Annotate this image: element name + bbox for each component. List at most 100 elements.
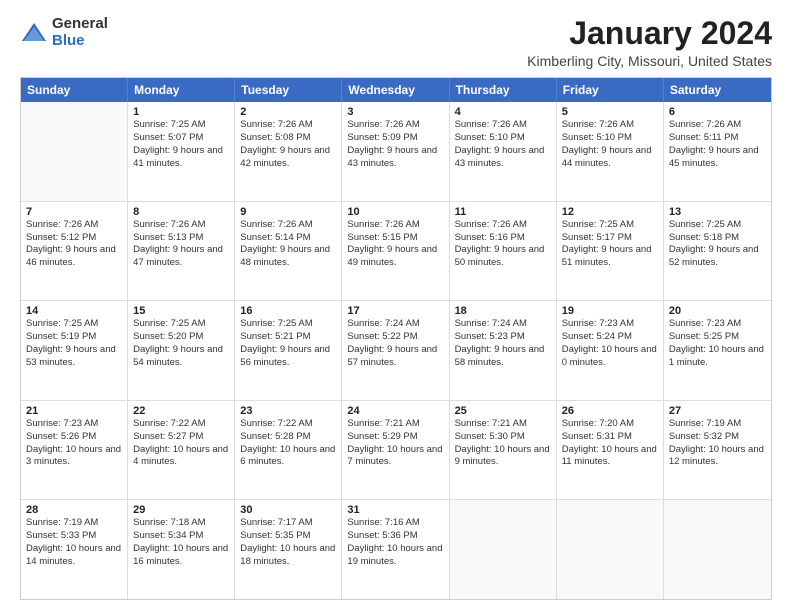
calendar-cell: 11Sunrise: 7:26 AM Sunset: 5:16 PM Dayli… xyxy=(450,202,557,301)
day-info: Sunrise: 7:26 AM Sunset: 5:12 PM Dayligh… xyxy=(26,219,122,270)
subtitle: Kimberling City, Missouri, United States xyxy=(527,53,772,69)
calendar-cell: 16Sunrise: 7:25 AM Sunset: 5:21 PM Dayli… xyxy=(235,301,342,400)
calendar-row-0: 1Sunrise: 7:25 AM Sunset: 5:07 PM Daylig… xyxy=(21,102,771,201)
header-day-friday: Friday xyxy=(557,78,664,102)
day-info: Sunrise: 7:24 AM Sunset: 5:22 PM Dayligh… xyxy=(347,318,443,369)
day-info: Sunrise: 7:25 AM Sunset: 5:19 PM Dayligh… xyxy=(26,318,122,369)
day-info: Sunrise: 7:22 AM Sunset: 5:28 PM Dayligh… xyxy=(240,418,336,469)
calendar-cell xyxy=(450,500,557,599)
day-number: 3 xyxy=(347,106,443,118)
day-number: 5 xyxy=(562,106,658,118)
logo-general: General xyxy=(52,16,108,33)
calendar-cell: 18Sunrise: 7:24 AM Sunset: 5:23 PM Dayli… xyxy=(450,301,557,400)
day-info: Sunrise: 7:23 AM Sunset: 5:26 PM Dayligh… xyxy=(26,418,122,469)
day-info: Sunrise: 7:24 AM Sunset: 5:23 PM Dayligh… xyxy=(455,318,551,369)
calendar-cell: 21Sunrise: 7:23 AM Sunset: 5:26 PM Dayli… xyxy=(21,401,128,500)
calendar-cell: 6Sunrise: 7:26 AM Sunset: 5:11 PM Daylig… xyxy=(664,102,771,201)
calendar-cell: 17Sunrise: 7:24 AM Sunset: 5:22 PM Dayli… xyxy=(342,301,449,400)
day-info: Sunrise: 7:23 AM Sunset: 5:24 PM Dayligh… xyxy=(562,318,658,369)
header-day-tuesday: Tuesday xyxy=(235,78,342,102)
logo-blue: Blue xyxy=(52,33,108,50)
day-info: Sunrise: 7:26 AM Sunset: 5:14 PM Dayligh… xyxy=(240,219,336,270)
main-title: January 2024 xyxy=(527,16,772,51)
calendar-row-1: 7Sunrise: 7:26 AM Sunset: 5:12 PM Daylig… xyxy=(21,201,771,301)
header-day-wednesday: Wednesday xyxy=(342,78,449,102)
calendar-cell: 26Sunrise: 7:20 AM Sunset: 5:31 PM Dayli… xyxy=(557,401,664,500)
day-number: 1 xyxy=(133,106,229,118)
header: General Blue January 2024 Kimberling Cit… xyxy=(20,16,772,69)
calendar-cell xyxy=(664,500,771,599)
day-info: Sunrise: 7:26 AM Sunset: 5:08 PM Dayligh… xyxy=(240,119,336,170)
calendar-cell: 23Sunrise: 7:22 AM Sunset: 5:28 PM Dayli… xyxy=(235,401,342,500)
day-info: Sunrise: 7:19 AM Sunset: 5:32 PM Dayligh… xyxy=(669,418,766,469)
day-info: Sunrise: 7:25 AM Sunset: 5:18 PM Dayligh… xyxy=(669,219,766,270)
day-number: 2 xyxy=(240,106,336,118)
day-info: Sunrise: 7:21 AM Sunset: 5:29 PM Dayligh… xyxy=(347,418,443,469)
calendar-cell xyxy=(557,500,664,599)
calendar-cell: 15Sunrise: 7:25 AM Sunset: 5:20 PM Dayli… xyxy=(128,301,235,400)
calendar-header: SundayMondayTuesdayWednesdayThursdayFrid… xyxy=(21,78,771,102)
calendar-cell: 30Sunrise: 7:17 AM Sunset: 5:35 PM Dayli… xyxy=(235,500,342,599)
day-number: 22 xyxy=(133,405,229,417)
calendar-cell: 9Sunrise: 7:26 AM Sunset: 5:14 PM Daylig… xyxy=(235,202,342,301)
day-info: Sunrise: 7:26 AM Sunset: 5:16 PM Dayligh… xyxy=(455,219,551,270)
day-number: 9 xyxy=(240,206,336,218)
header-day-thursday: Thursday xyxy=(450,78,557,102)
header-day-monday: Monday xyxy=(128,78,235,102)
day-number: 14 xyxy=(26,305,122,317)
calendar-cell: 5Sunrise: 7:26 AM Sunset: 5:10 PM Daylig… xyxy=(557,102,664,201)
calendar-cell: 19Sunrise: 7:23 AM Sunset: 5:24 PM Dayli… xyxy=(557,301,664,400)
day-info: Sunrise: 7:21 AM Sunset: 5:30 PM Dayligh… xyxy=(455,418,551,469)
day-info: Sunrise: 7:26 AM Sunset: 5:13 PM Dayligh… xyxy=(133,219,229,270)
day-number: 16 xyxy=(240,305,336,317)
calendar-cell: 31Sunrise: 7:16 AM Sunset: 5:36 PM Dayli… xyxy=(342,500,449,599)
calendar-row-2: 14Sunrise: 7:25 AM Sunset: 5:19 PM Dayli… xyxy=(21,300,771,400)
day-info: Sunrise: 7:20 AM Sunset: 5:31 PM Dayligh… xyxy=(562,418,658,469)
logo-text: General Blue xyxy=(52,16,108,49)
calendar-cell: 24Sunrise: 7:21 AM Sunset: 5:29 PM Dayli… xyxy=(342,401,449,500)
day-number: 13 xyxy=(669,206,766,218)
header-day-saturday: Saturday xyxy=(664,78,771,102)
day-info: Sunrise: 7:25 AM Sunset: 5:20 PM Dayligh… xyxy=(133,318,229,369)
day-number: 25 xyxy=(455,405,551,417)
page: General Blue January 2024 Kimberling Cit… xyxy=(0,0,792,612)
day-info: Sunrise: 7:16 AM Sunset: 5:36 PM Dayligh… xyxy=(347,517,443,568)
calendar-cell: 12Sunrise: 7:25 AM Sunset: 5:17 PM Dayli… xyxy=(557,202,664,301)
day-info: Sunrise: 7:25 AM Sunset: 5:17 PM Dayligh… xyxy=(562,219,658,270)
calendar-cell xyxy=(21,102,128,201)
day-number: 17 xyxy=(347,305,443,317)
day-info: Sunrise: 7:17 AM Sunset: 5:35 PM Dayligh… xyxy=(240,517,336,568)
calendar-cell: 4Sunrise: 7:26 AM Sunset: 5:10 PM Daylig… xyxy=(450,102,557,201)
calendar-cell: 8Sunrise: 7:26 AM Sunset: 5:13 PM Daylig… xyxy=(128,202,235,301)
logo-icon xyxy=(20,19,48,47)
day-info: Sunrise: 7:19 AM Sunset: 5:33 PM Dayligh… xyxy=(26,517,122,568)
day-info: Sunrise: 7:25 AM Sunset: 5:21 PM Dayligh… xyxy=(240,318,336,369)
day-number: 12 xyxy=(562,206,658,218)
calendar-cell: 2Sunrise: 7:26 AM Sunset: 5:08 PM Daylig… xyxy=(235,102,342,201)
day-number: 21 xyxy=(26,405,122,417)
day-info: Sunrise: 7:23 AM Sunset: 5:25 PM Dayligh… xyxy=(669,318,766,369)
day-number: 23 xyxy=(240,405,336,417)
calendar-cell: 14Sunrise: 7:25 AM Sunset: 5:19 PM Dayli… xyxy=(21,301,128,400)
calendar-row-4: 28Sunrise: 7:19 AM Sunset: 5:33 PM Dayli… xyxy=(21,499,771,599)
calendar-cell: 13Sunrise: 7:25 AM Sunset: 5:18 PM Dayli… xyxy=(664,202,771,301)
calendar-cell: 3Sunrise: 7:26 AM Sunset: 5:09 PM Daylig… xyxy=(342,102,449,201)
day-number: 8 xyxy=(133,206,229,218)
day-info: Sunrise: 7:22 AM Sunset: 5:27 PM Dayligh… xyxy=(133,418,229,469)
day-number: 18 xyxy=(455,305,551,317)
calendar-cell: 10Sunrise: 7:26 AM Sunset: 5:15 PM Dayli… xyxy=(342,202,449,301)
day-number: 31 xyxy=(347,504,443,516)
day-number: 7 xyxy=(26,206,122,218)
day-info: Sunrise: 7:26 AM Sunset: 5:09 PM Dayligh… xyxy=(347,119,443,170)
day-number: 29 xyxy=(133,504,229,516)
logo: General Blue xyxy=(20,16,108,49)
calendar-cell: 25Sunrise: 7:21 AM Sunset: 5:30 PM Dayli… xyxy=(450,401,557,500)
calendar-body: 1Sunrise: 7:25 AM Sunset: 5:07 PM Daylig… xyxy=(21,102,771,599)
day-number: 26 xyxy=(562,405,658,417)
day-number: 19 xyxy=(562,305,658,317)
title-block: January 2024 Kimberling City, Missouri, … xyxy=(527,16,772,69)
day-info: Sunrise: 7:26 AM Sunset: 5:11 PM Dayligh… xyxy=(669,119,766,170)
day-number: 11 xyxy=(455,206,551,218)
calendar-cell: 7Sunrise: 7:26 AM Sunset: 5:12 PM Daylig… xyxy=(21,202,128,301)
day-info: Sunrise: 7:26 AM Sunset: 5:10 PM Dayligh… xyxy=(455,119,551,170)
